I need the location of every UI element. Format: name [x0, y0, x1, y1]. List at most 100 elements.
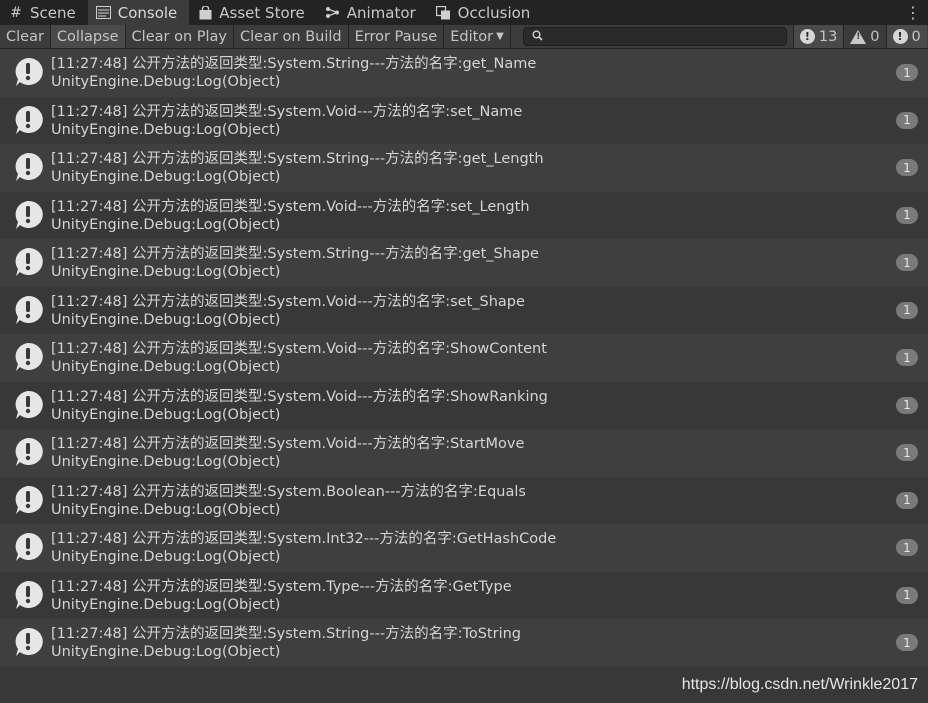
tab-label: Occlusion — [457, 3, 531, 22]
log-stacktrace-line: UnityEngine.Debug:Log(Object) — [51, 644, 281, 660]
log-message: [11:27:48] 公开方法的返回类型:System.Void---方法的名字… — [51, 340, 547, 376]
log-message: [11:27:48] 公开方法的返回类型:System.Void---方法的名字… — [51, 198, 530, 234]
log-entry[interactable]: [11:27:48] 公开方法的返回类型:System.Void---方法的名字… — [0, 429, 928, 477]
log-stacktrace-line: UnityEngine.Debug:Log(Object) — [51, 359, 281, 375]
log-stacktrace-line: UnityEngine.Debug:Log(Object) — [51, 311, 281, 328]
console-toolbar: Clear Collapse Clear on Play Clear on Bu… — [0, 25, 928, 49]
info-message-icon — [13, 342, 43, 372]
collapse-count-badge: 1 — [896, 206, 918, 224]
log-entry[interactable]: [11:27:48] 公开方法的返回类型:System.Void---方法的名字… — [0, 286, 928, 334]
warning-count: 0 — [870, 28, 880, 45]
log-message: [11:27:48] 公开方法的返回类型:System.String---方法的… — [51, 625, 521, 661]
grid-icon: # — [10, 4, 22, 21]
log-message: [11:27:48] 公开方法的返回类型:System.Void---方法的名字… — [51, 293, 525, 329]
log-count: 13 — [818, 28, 838, 45]
search-field[interactable] — [522, 27, 787, 46]
error-icon: ! — [892, 29, 908, 44]
log-stacktrace-line: UnityEngine.Debug:Log(Object) — [51, 406, 281, 423]
log-count-toggle[interactable]: ! 13 — [792, 25, 844, 48]
watermark: https://blog.csdn.net/Wrinkle2017 — [681, 676, 918, 693]
info-message-icon — [13, 437, 43, 467]
log-stacktrace-line: UnityEngine.Debug:Log(Object) — [51, 74, 281, 90]
warning-icon — [850, 29, 867, 44]
log-message-line: [11:27:48] 公开方法的返回类型:System.Void---方法的名字… — [51, 198, 530, 215]
log-message: [11:27:48] 公开方法的返回类型:System.Void---方法的名字… — [51, 388, 548, 424]
log-stacktrace-line: UnityEngine.Debug:Log(Object) — [51, 501, 281, 518]
tab-label: Animator — [346, 3, 416, 22]
collapse-count-badge: 1 — [896, 444, 918, 461]
log-message-line: [11:27:48] 公开方法的返回类型:System.String---方法的… — [51, 56, 537, 72]
log-message-line: [11:27:48] 公开方法的返回类型:System.Void---方法的名字… — [51, 103, 523, 120]
error-count-toggle[interactable]: ! 0 — [885, 25, 927, 48]
info-message-icon — [13, 295, 43, 325]
info-message-icon — [13, 247, 43, 277]
window-tab-bar: # Scene Console Asset Store Animator Occ… — [0, 0, 928, 25]
info-message-icon — [13, 57, 43, 87]
info-message-icon — [13, 152, 43, 182]
log-message: [11:27:48] 公开方法的返回类型:System.Boolean---方法… — [51, 483, 526, 519]
log-stacktrace-line: UnityEngine.Debug:Log(Object) — [51, 121, 281, 138]
log-message: [11:27:48] 公开方法的返回类型:System.String---方法的… — [51, 245, 539, 281]
warning-count-toggle[interactable]: 0 — [843, 25, 885, 48]
collapse-count-badge: 1 — [896, 349, 918, 366]
log-entry[interactable]: [11:27:48] 公开方法的返回类型:System.Type---方法的名字… — [0, 571, 928, 619]
log-entry[interactable]: [11:27:48] 公开方法的返回类型:System.String---方法的… — [0, 239, 928, 287]
tab-console[interactable]: Console — [87, 0, 190, 25]
log-entry[interactable]: [11:27:48] 公开方法的返回类型:System.Void---方法的名字… — [0, 381, 928, 429]
log-entry[interactable]: [11:27:48] 公开方法的返回类型:System.Int32---方法的名… — [0, 524, 928, 572]
log-entry[interactable]: [11:27:48] 公开方法的返回类型:System.String---方法的… — [0, 144, 928, 192]
log-message-line: [11:27:48] 公开方法的返回类型:System.Boolean---方法… — [51, 483, 526, 500]
collapse-count-badge: 1 — [896, 111, 918, 129]
log-message-line: [11:27:48] 公开方法的返回类型:System.Void---方法的名字… — [51, 436, 525, 452]
log-entry[interactable]: [11:27:48] 公开方法的返回类型:System.Void---方法的名字… — [0, 191, 928, 239]
log-message-line: [11:27:48] 公开方法的返回类型:System.String---方法的… — [51, 626, 522, 642]
clear-on-play-toggle[interactable]: Clear on Play — [125, 25, 234, 48]
info-message-icon — [13, 532, 43, 562]
console-icon — [96, 5, 112, 21]
console-log-list[interactable]: [11:27:48] 公开方法的返回类型:System.String---方法的… — [0, 49, 928, 673]
log-stacktrace-line: UnityEngine.Debug:Log(Object) — [51, 169, 281, 185]
bag-icon — [197, 5, 213, 21]
error-pause-toggle[interactable]: Error Pause — [348, 25, 445, 48]
info-message-icon — [13, 200, 43, 230]
log-entry[interactable]: [11:27:48] 公开方法的返回类型:System.String---方法的… — [0, 619, 928, 667]
log-message-line: [11:27:48] 公开方法的返回类型:System.Type---方法的名字… — [51, 578, 512, 595]
search-input[interactable] — [546, 28, 781, 45]
info-message-icon — [13, 390, 43, 420]
tab-label: Console — [117, 3, 178, 22]
log-message-line: [11:27:48] 公开方法的返回类型:System.String---方法的… — [51, 246, 539, 262]
log-stacktrace-line: UnityEngine.Debug:Log(Object) — [51, 264, 281, 280]
caret-down-icon: ▼ — [496, 31, 504, 42]
clear-button[interactable]: Clear — [0, 25, 51, 48]
clear-on-build-toggle[interactable]: Clear on Build — [234, 25, 349, 48]
tab-animator[interactable]: Animator — [317, 0, 428, 25]
tab-label: Asset Store — [219, 3, 305, 22]
info-message-icon — [13, 105, 43, 135]
tab-occlusion[interactable]: Occlusion — [428, 0, 543, 25]
log-entry[interactable]: [11:27:48] 公开方法的返回类型:System.Boolean---方法… — [0, 476, 928, 524]
editor-dropdown[interactable]: Editor ▼ — [444, 25, 511, 48]
log-message-line: [11:27:48] 公开方法的返回类型:System.Int32---方法的名… — [51, 531, 557, 547]
tab-asset-store[interactable]: Asset Store — [189, 0, 316, 25]
collapse-count-badge: 1 — [896, 539, 918, 556]
log-entry[interactable]: [11:27:48] 公开方法的返回类型:System.Void---方法的名字… — [0, 334, 928, 382]
log-message: [11:27:48] 公开方法的返回类型:System.String---方法的… — [51, 150, 544, 186]
info-message-icon — [13, 580, 43, 610]
log-entry[interactable]: [11:27:48] 公开方法的返回类型:System.Void---方法的名字… — [0, 96, 928, 144]
collapse-count-badge: 1 — [896, 301, 918, 319]
editor-dropdown-label: Editor — [450, 28, 494, 45]
collapse-toggle[interactable]: Collapse — [50, 25, 126, 48]
collapse-count-badge: 1 — [896, 586, 918, 604]
log-entry[interactable]: [11:27:48] 公开方法的返回类型:System.String---方法的… — [0, 49, 928, 97]
log-message-line: [11:27:48] 公开方法的返回类型:System.Void---方法的名字… — [51, 293, 525, 310]
occlusion-icon — [436, 5, 452, 21]
log-stacktrace-line: UnityEngine.Debug:Log(Object) — [51, 216, 281, 233]
tab-scene[interactable]: # Scene — [0, 0, 88, 25]
animator-icon — [325, 5, 341, 21]
tab-label: Scene — [30, 3, 76, 22]
info-icon: ! — [799, 29, 815, 44]
log-message-line: [11:27:48] 公开方法的返回类型:System.Void---方法的名字… — [51, 341, 547, 357]
log-stacktrace-line: UnityEngine.Debug:Log(Object) — [51, 454, 281, 470]
kebab-menu-icon[interactable]: ⋮ — [898, 0, 928, 25]
log-message: [11:27:48] 公开方法的返回类型:System.String---方法的… — [51, 55, 536, 91]
